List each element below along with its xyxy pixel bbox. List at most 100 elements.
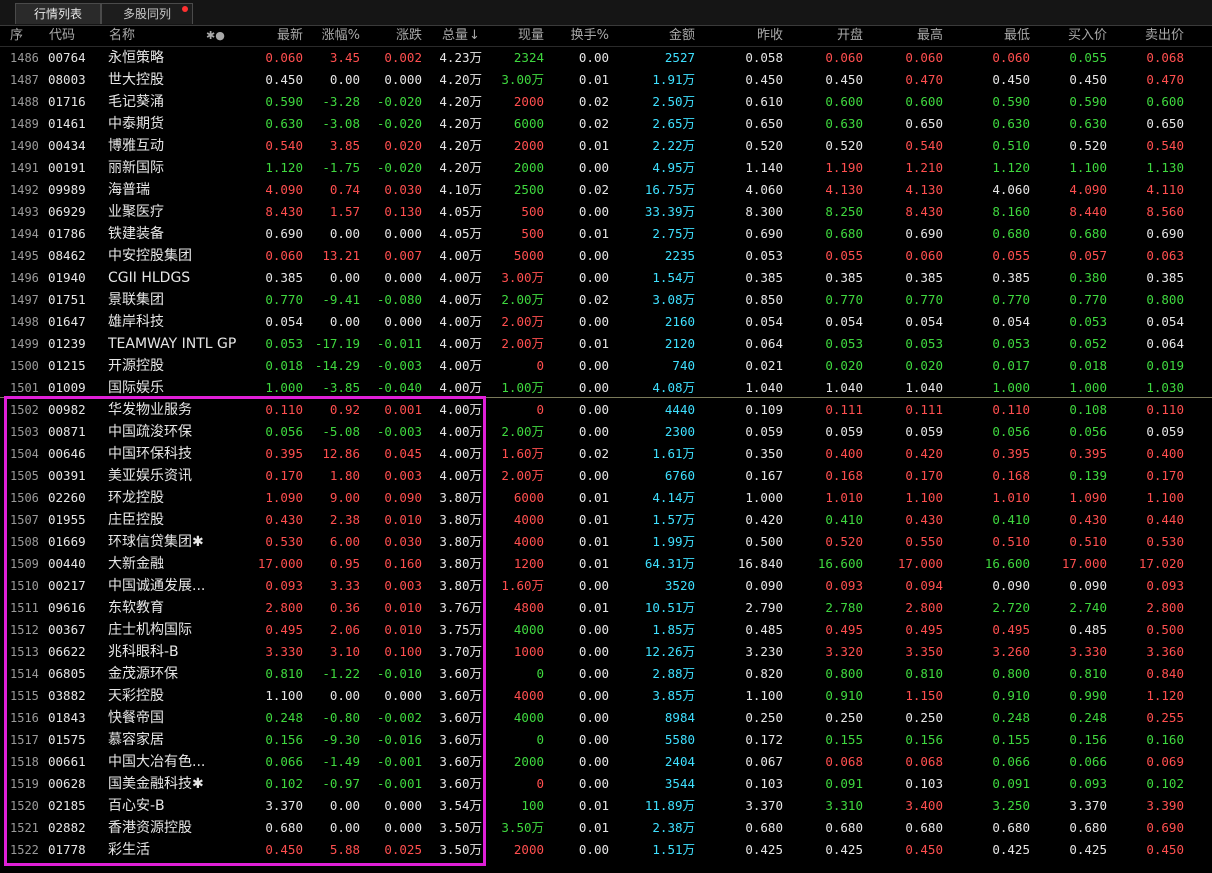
cell-chg: 0.000: [384, 72, 422, 87]
cell-turn: 0.02: [578, 116, 609, 131]
cell-turn: 0.00: [578, 754, 609, 769]
cell-code: 08003: [48, 72, 86, 87]
cell-open: 0.020: [825, 358, 863, 373]
cell-ask: 0.600: [1146, 94, 1184, 109]
cell-bid: 0.425: [1069, 842, 1107, 857]
cell-chg: -0.080: [376, 292, 422, 307]
col-header-star-icon[interactable]: ✱●: [206, 26, 225, 46]
col-header-pct[interactable]: 涨幅%: [300, 26, 360, 46]
tab-quote-list[interactable]: 行情列表: [15, 3, 101, 24]
cell-high: 0.060: [905, 248, 943, 263]
cell-bid: 0.053: [1069, 314, 1107, 329]
table-row[interactable]: 1486 00764 永恒策略 0.060 3.45 0.002 4.23万 2324 0.00…: [0, 47, 1212, 69]
cell-low: 0.425: [992, 842, 1030, 857]
cell-open: 0.385: [825, 270, 863, 285]
cell-turn: 0.00: [578, 424, 609, 439]
cell-low: 3.260: [992, 644, 1030, 659]
cell-chg: 0.000: [384, 314, 422, 329]
cell-seq: 1488: [10, 95, 39, 109]
cell-cur: 1000: [513, 644, 544, 659]
cell-code: 01786: [48, 226, 86, 241]
cell-turn: 0.00: [578, 50, 609, 65]
col-header-amt[interactable]: 金额: [640, 26, 695, 46]
cell-amt: 4.95万: [652, 160, 695, 175]
col-header-name[interactable]: 名称: [109, 26, 135, 46]
cell-prev: 0.053: [745, 248, 783, 263]
cell-bid: 0.052: [1069, 336, 1107, 351]
cell-turn: 0.01: [578, 336, 609, 351]
col-header-last[interactable]: 最新: [250, 26, 303, 46]
col-header-low[interactable]: 最低: [977, 26, 1030, 46]
table-row[interactable]: 1497 01751 景联集团 0.770 -9.41 -0.080 4.00万 2.00万 0…: [0, 289, 1212, 311]
col-header-high[interactable]: 最高: [890, 26, 943, 46]
tab-bar: 行情列表 多股同列: [0, 0, 1212, 26]
cell-pct: 0.00: [329, 72, 360, 87]
sort-desc-icon[interactable]: ↓: [469, 26, 480, 46]
cell-last: 4.090: [265, 182, 303, 197]
cell-open: 0.111: [825, 402, 863, 417]
table-row[interactable]: 1491 00191 丽新国际 1.120 -1.75 -0.020 4.20万 2000 0.…: [0, 157, 1212, 179]
cell-turn: 0.00: [578, 666, 609, 681]
col-header-open[interactable]: 开盘: [810, 26, 863, 46]
table-row[interactable]: 1496 01940 CGII HLDGS 0.385 0.00 0.000 4.00万 3.…: [0, 267, 1212, 289]
cell-pct: 0.74: [329, 182, 360, 197]
cell-turn: 0.00: [578, 468, 609, 483]
col-header-turn[interactable]: 换手%: [555, 26, 609, 46]
cell-open: 0.410: [825, 512, 863, 527]
cell-low: 0.910: [992, 688, 1030, 703]
table-row[interactable]: 1495 08462 中安控股集团 0.060 13.21 0.007 4.00万 5000 0…: [0, 245, 1212, 267]
cell-ask: 4.110: [1146, 182, 1184, 197]
cell-cur: 2000: [513, 138, 544, 153]
cell-cur: 2.00万: [501, 292, 544, 307]
cell-open: 0.425: [825, 842, 863, 857]
cell-last: 0.690: [265, 226, 303, 241]
cell-vol: 4.00万: [439, 270, 482, 285]
cell-low: 0.054: [992, 314, 1030, 329]
cell-last: 0.450: [265, 72, 303, 87]
cell-bid: 8.440: [1069, 204, 1107, 219]
cell-high: 0.430: [905, 512, 943, 527]
table-row[interactable]: 1500 01215 开源控股 0.018 -14.29 -0.003 4.00万 0 0.00…: [0, 355, 1212, 377]
table-row[interactable]: 1487 08003 世大控股 0.450 0.00 0.000 4.20万 3.00万 0.0…: [0, 69, 1212, 91]
cell-turn: 0.00: [578, 160, 609, 175]
cell-bid: 0.450: [1069, 72, 1107, 87]
cell-prev: 16.840: [737, 556, 783, 571]
table-row[interactable]: 1490 00434 博雅互动 0.540 3.85 0.020 4.20万 2000 0.01…: [0, 135, 1212, 157]
tab-multi-stock[interactable]: 多股同列: [101, 3, 193, 24]
cell-ask: 0.470: [1146, 72, 1184, 87]
cell-ask: 2.800: [1146, 600, 1184, 615]
cell-prev: 0.167: [745, 468, 783, 483]
cell-last: 1.120: [265, 160, 303, 175]
table-row[interactable]: 1493 06929 业聚医疗 8.430 1.57 0.130 4.05万 500 0.00 3…: [0, 201, 1212, 223]
col-header-code[interactable]: 代码: [49, 26, 75, 46]
cell-bid: 0.990: [1069, 688, 1107, 703]
table-header: 序 代码 名称 ✱● 最新 涨幅% 涨跌 总量 ↓ 现量 换手% 金额 昨收 开…: [0, 26, 1212, 47]
cell-cur: 2000: [513, 754, 544, 769]
col-header-ask[interactable]: 卖出价: [1125, 26, 1184, 46]
cell-cur: 1.60万: [501, 578, 544, 593]
col-header-bid[interactable]: 买入价: [1050, 26, 1107, 46]
cell-seq: 1498: [10, 315, 39, 329]
col-header-cur[interactable]: 现量: [490, 26, 544, 46]
col-header-chg[interactable]: 涨跌: [370, 26, 422, 46]
col-header-seq[interactable]: 序: [10, 26, 23, 46]
cell-seq: 1493: [10, 205, 39, 219]
cell-amt: 1.91万: [652, 72, 695, 87]
cell-low: 8.160: [992, 204, 1030, 219]
cell-ask: 0.102: [1146, 776, 1184, 791]
cell-prev: 0.109: [745, 402, 783, 417]
cell-ask: 0.540: [1146, 138, 1184, 153]
cell-cur: 2.00万: [501, 424, 544, 439]
cell-ask: 17.020: [1138, 556, 1184, 571]
table-row[interactable]: 1488 01716 毛记葵涌 0.590 -3.28 -0.020 4.20万 2000 0.…: [0, 91, 1212, 113]
table-row[interactable]: 1498 01647 雄岸科技 0.054 0.00 0.000 4.00万 2.00万 0.0…: [0, 311, 1212, 333]
cell-high: 1.150: [905, 688, 943, 703]
col-header-vol[interactable]: 总量: [420, 26, 468, 46]
table-row[interactable]: 1489 01461 中泰期货 0.630 -3.08 -0.020 4.20万 6000 0.…: [0, 113, 1212, 135]
cell-low: 0.056: [992, 424, 1030, 439]
table-row[interactable]: 1499 01239 TEAMWAY INTL GP 0.053 -17.19 -0.01…: [0, 333, 1212, 355]
table-row[interactable]: 1494 01786 铁建装备 0.690 0.00 0.000 4.05万 500 0.01 2…: [0, 223, 1212, 245]
cell-ask: 0.690: [1146, 226, 1184, 241]
col-header-prev[interactable]: 昨收: [730, 26, 783, 46]
table-row[interactable]: 1492 09989 海普瑞 4.090 0.74 0.030 4.10万 2500 0.02 1…: [0, 179, 1212, 201]
